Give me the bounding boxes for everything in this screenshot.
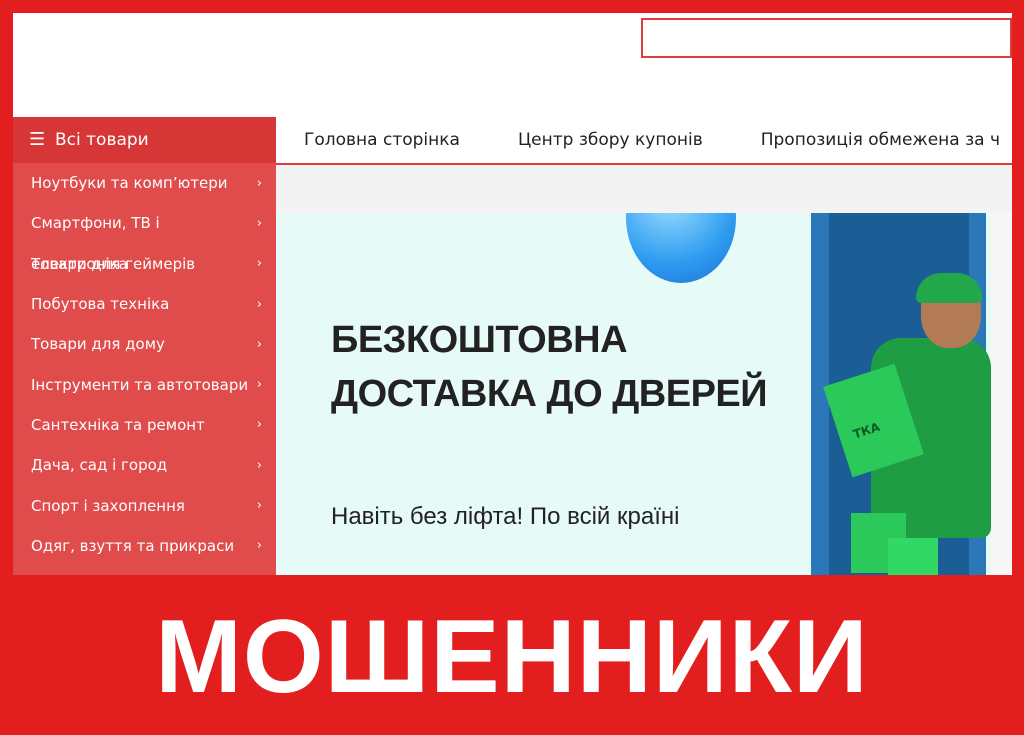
chevron-right-icon: › xyxy=(256,538,262,554)
screenshot-frame: ☰ Всі товари Головна сторінка Центр збор… xyxy=(13,13,1012,575)
nav-coupon-center[interactable]: Центр збору купонів xyxy=(518,130,703,150)
sidebar-item-label: Сантехніка та ремонт xyxy=(31,415,205,434)
banner-subtitle: Навіть без ліфта! По всій країні xyxy=(331,503,680,530)
sidebar-item-plumbing[interactable]: Сантехніка та ремонт › xyxy=(13,405,276,445)
top-nav: Головна сторінка Центр збору купонів Про… xyxy=(276,117,1012,165)
chevron-right-icon: › xyxy=(256,417,262,433)
scam-warning-overlay: МОШЕННИКИ xyxy=(155,599,869,715)
sidebar-item-overlap-label: електроніка xyxy=(31,254,128,273)
sidebar-item-label: Дача, сад і город xyxy=(31,456,168,475)
sidebar-item-home[interactable]: Товари для дому › xyxy=(13,324,276,364)
all-categories-button[interactable]: ☰ Всі товари xyxy=(13,117,276,163)
sidebar-item-label: Спорт і захоплення xyxy=(31,496,185,515)
chevron-right-icon: › xyxy=(256,377,262,393)
sidebar-item-clothing[interactable]: Одяг, взуття та прикраси › xyxy=(13,526,276,566)
search-input[interactable] xyxy=(641,18,1012,58)
sidebar-item-appliances[interactable]: Побутова техніка › xyxy=(13,284,276,324)
chevron-right-icon: › xyxy=(256,256,262,272)
chevron-right-icon: › xyxy=(256,336,262,352)
parcel-stack-graphic xyxy=(888,538,938,575)
chevron-right-icon: › xyxy=(256,457,262,473)
chevron-right-icon: › xyxy=(256,175,262,191)
sidebar-item-label: Товари для дому xyxy=(31,335,165,354)
sidebar-item-gamers[interactable]: Товари для геймерів електроніка › xyxy=(13,244,276,284)
sidebar-item-label: Ноутбуки та комп’ютери xyxy=(31,174,228,193)
sidebar-item-tools[interactable]: Інструменти та автотовари › xyxy=(13,364,276,404)
category-sidebar: Ноутбуки та комп’ютери › Смартфони, ТВ і ›… xyxy=(13,163,276,575)
sidebar-item-sport[interactable]: Спорт і захоплення › xyxy=(13,485,276,525)
all-categories-label: Всі товари xyxy=(55,130,149,150)
parcel-label: ТКА xyxy=(851,419,882,442)
nav-limited-offer[interactable]: Пропозиція обмежена за ч xyxy=(761,130,1000,150)
sidebar-item-garden[interactable]: Дача, сад і город › xyxy=(13,445,276,485)
banner-headline-line2: ДОСТАВКА ДО ДВЕРЕЙ xyxy=(331,373,768,415)
courier-cap-graphic xyxy=(916,273,982,303)
sidebar-item-laptops[interactable]: Ноутбуки та комп’ютери › xyxy=(13,163,276,203)
sidebar-item-label: Побутова техніка xyxy=(31,295,170,314)
nav-home[interactable]: Головна сторінка xyxy=(304,130,460,150)
sidebar-item-smartphones[interactable]: Смартфони, ТВ і › xyxy=(13,203,276,243)
chevron-right-icon: › xyxy=(256,498,262,514)
balloon-graphic xyxy=(626,213,736,283)
delivery-banner[interactable]: БЕЗКОШТОВНА ДОСТАВКА ДО ДВЕРЕЙ Навіть бе… xyxy=(276,213,991,575)
banner-headline-line1: БЕЗКОШТОВНА xyxy=(331,319,628,361)
sidebar-item-label: Інструменти та автотовари xyxy=(31,375,249,394)
banner-edge xyxy=(991,213,1012,575)
sidebar-item-label: Одяг, взуття та прикраси xyxy=(31,536,235,555)
promo-strip xyxy=(276,165,1012,213)
sidebar-item-label: Смартфони, ТВ і xyxy=(31,214,160,233)
chevron-right-icon: › xyxy=(256,215,262,231)
banner-headline: БЕЗКОШТОВНА ДОСТАВКА ДО ДВЕРЕЙ xyxy=(331,313,768,421)
hamburger-menu-icon: ☰ xyxy=(29,129,46,150)
chevron-right-icon: › xyxy=(256,296,262,312)
